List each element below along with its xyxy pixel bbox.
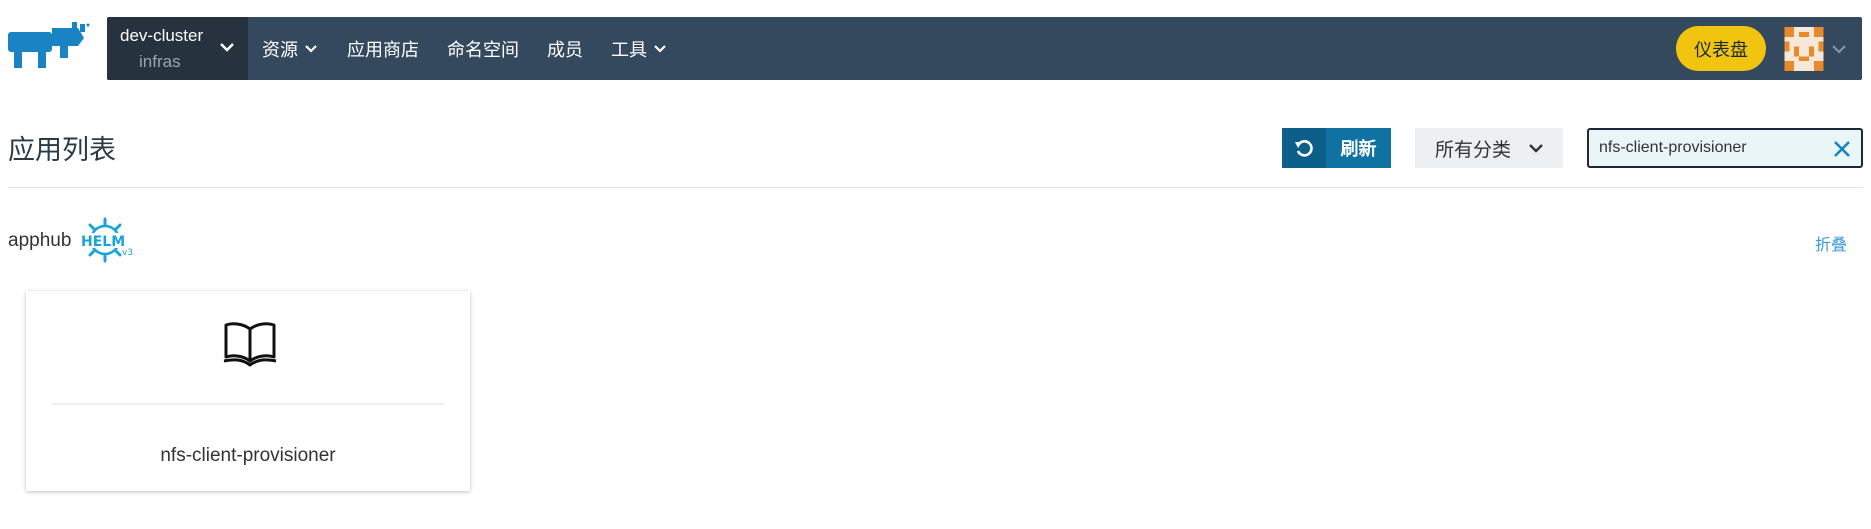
nav-item-members[interactable]: 成员 bbox=[547, 36, 583, 62]
cluster-name: dev-cluster bbox=[120, 26, 204, 45]
cluster-project-switcher[interactable]: dev-cluster infras bbox=[107, 17, 248, 80]
main-navbar: dev-cluster infras 资源 应用商店 命名空间 成员 工具 仪表… bbox=[107, 17, 1862, 80]
nav-item-resources[interactable]: 资源 bbox=[262, 36, 319, 62]
helm-logo-icon: HELM v3 bbox=[80, 217, 133, 263]
nav-label: 命名空间 bbox=[447, 39, 519, 60]
nav-label: 工具 bbox=[611, 39, 647, 60]
helm-version-text: v3 bbox=[122, 248, 133, 258]
close-icon[interactable] bbox=[1833, 140, 1851, 158]
nav-label: 成员 bbox=[547, 39, 583, 60]
dashboard-button[interactable]: 仪表盘 bbox=[1676, 26, 1766, 71]
search-input[interactable] bbox=[1599, 139, 1819, 157]
chevron-down-icon bbox=[305, 44, 317, 53]
refresh-button[interactable]: 刷新 bbox=[1282, 128, 1391, 168]
category-label: 所有分类 bbox=[1435, 139, 1512, 161]
collapse-link[interactable]: 折叠 bbox=[1815, 231, 1847, 255]
app-name: nfs-client-provisioner bbox=[160, 445, 336, 466]
card-divider bbox=[52, 403, 444, 405]
refresh-icon bbox=[1295, 140, 1313, 157]
open-book-icon bbox=[223, 322, 277, 367]
refresh-label: 刷新 bbox=[1340, 139, 1377, 159]
user-avatar-icon[interactable] bbox=[1784, 26, 1824, 71]
nav-item-namespaces[interactable]: 命名空间 bbox=[447, 36, 519, 62]
top-header: dev-cluster infras 资源 应用商店 命名空间 成员 工具 仪表… bbox=[0, 0, 1871, 96]
chevron-down-icon bbox=[220, 43, 234, 52]
chevron-down-icon bbox=[654, 44, 666, 53]
nav-label: 资源 bbox=[262, 39, 298, 60]
project-name: infras bbox=[139, 52, 181, 71]
nav-item-tools[interactable]: 工具 bbox=[611, 36, 668, 62]
category-dropdown[interactable]: 所有分类 bbox=[1415, 128, 1563, 168]
chevron-down-icon bbox=[1529, 144, 1543, 153]
catalog-name: apphub bbox=[8, 230, 72, 251]
page-title: 应用列表 bbox=[8, 135, 116, 165]
nav-item-app-store[interactable]: 应用商店 bbox=[347, 36, 419, 62]
refresh-icon-wrap bbox=[1282, 128, 1326, 168]
section-divider bbox=[8, 187, 1863, 188]
chevron-down-icon[interactable] bbox=[1830, 40, 1848, 58]
nav-label: 应用商店 bbox=[347, 39, 419, 60]
helm-badge-text: HELM bbox=[81, 234, 125, 250]
search-box bbox=[1587, 128, 1863, 168]
rancher-logo-icon[interactable] bbox=[8, 22, 92, 74]
app-card[interactable]: nfs-client-provisioner bbox=[26, 291, 470, 491]
